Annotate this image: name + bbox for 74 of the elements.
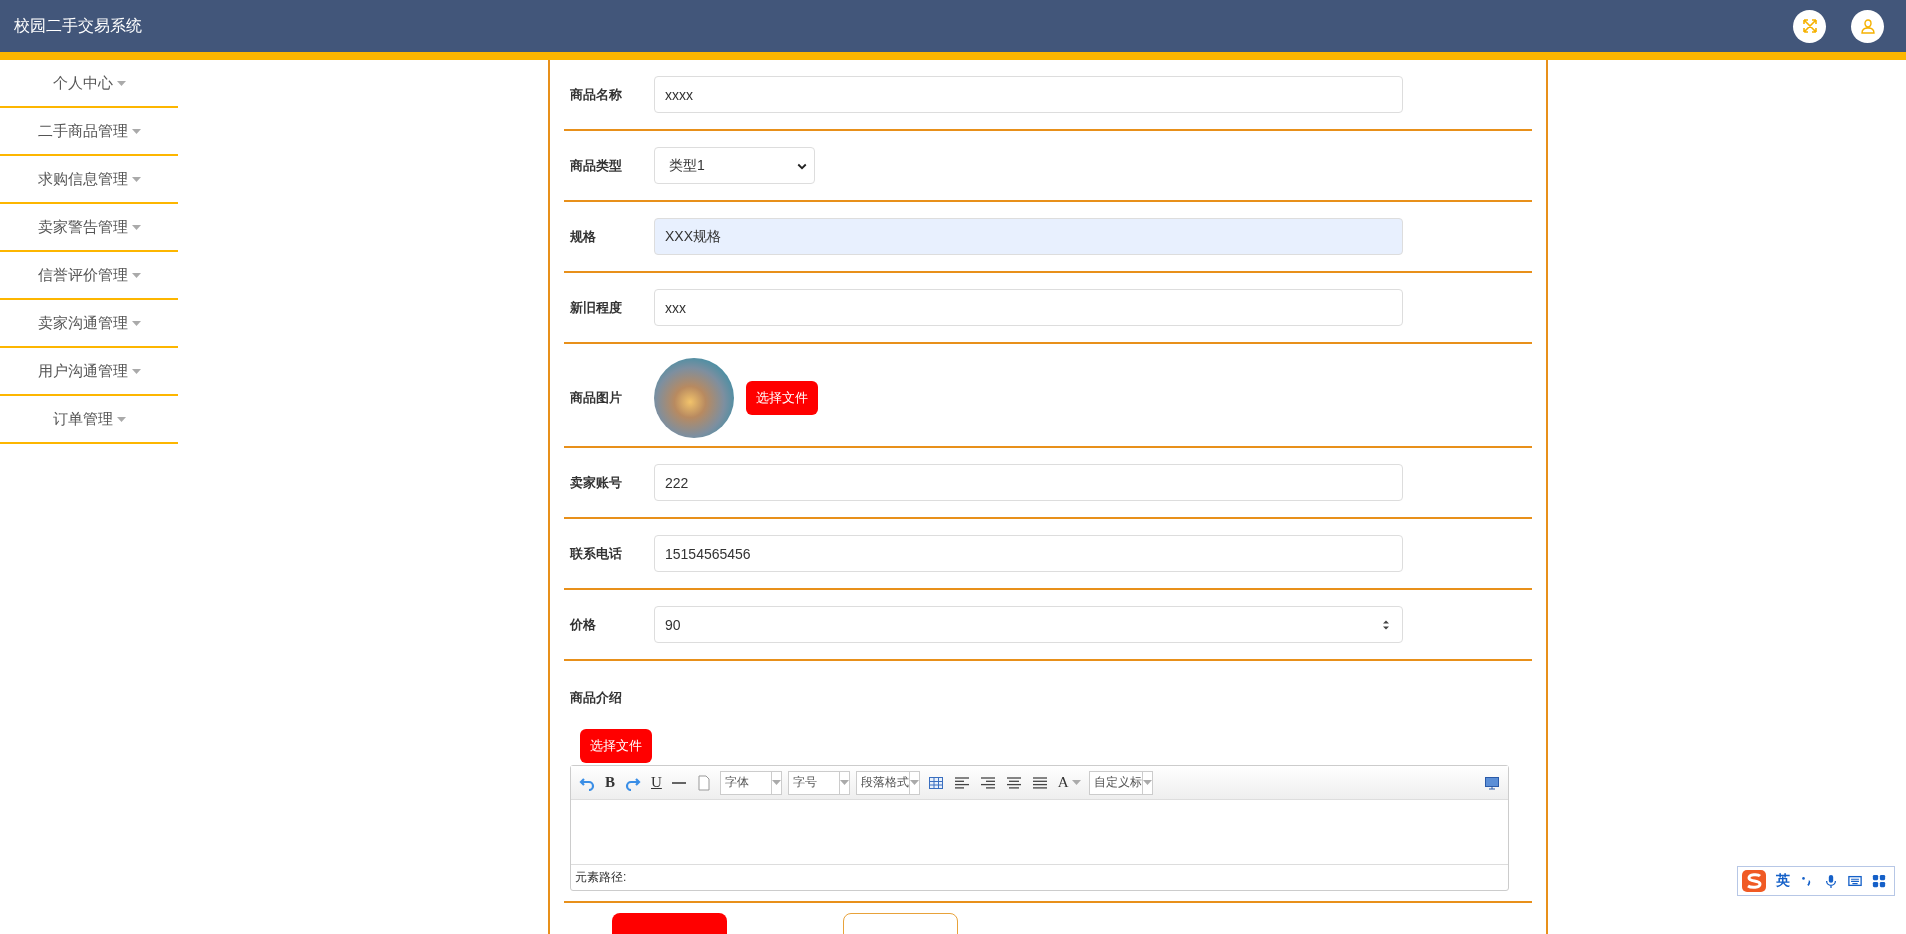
text-field[interactable]: 15154565456 <box>654 535 1403 572</box>
caret-icon <box>131 224 141 230</box>
field-label: 价格 <box>568 615 597 634</box>
menu-label: 信誉评价管理 <box>37 265 128 285</box>
align-center-icon <box>1005 774 1022 791</box>
sidebar-item[interactable]: 订单管理 <box>0 396 178 444</box>
horizontal-line-icon <box>671 781 686 784</box>
caret-icon <box>1071 780 1081 785</box>
text-field[interactable]: 222 <box>654 464 1403 501</box>
editor-dropdown[interactable]: 段落格式 <box>855 770 920 795</box>
caret-icon <box>131 272 141 278</box>
menu-label: 订单管理 <box>52 409 113 429</box>
font-color-button[interactable]: A <box>1055 771 1083 794</box>
text-field[interactable]: xxxx <box>654 76 1403 113</box>
editor-dropdown[interactable]: 字号 <box>787 770 850 795</box>
expand-arrows-icon <box>1801 18 1818 34</box>
element-path-label: 元素路径: <box>574 869 628 886</box>
table-icon <box>927 774 944 791</box>
sidebar-item[interactable]: 信誉评价管理 <box>0 252 178 300</box>
menu-label: 求购信息管理 <box>37 169 128 189</box>
caret-icon <box>116 80 126 86</box>
caret-icon <box>839 780 849 785</box>
menu-label: 个人中心 <box>52 73 113 93</box>
s-logo-icon <box>1742 870 1766 892</box>
field-label: 联系电话 <box>569 544 623 563</box>
menu-label: 用户沟通管理 <box>37 361 128 381</box>
choose-file-button[interactable]: 选择文件 <box>746 381 818 415</box>
sidebar-item[interactable]: 求购信息管理 <box>0 156 178 204</box>
grid-icon <box>1872 874 1886 888</box>
underline-button[interactable]: U <box>649 771 664 794</box>
caret-icon <box>116 416 126 422</box>
user-button[interactable] <box>1851 9 1884 43</box>
app-title: 校园二手交易系统 <box>14 15 142 36</box>
field-label: 规格 <box>569 227 597 246</box>
caret-icon <box>1142 780 1152 785</box>
fullscreen-button[interactable] <box>1793 9 1826 43</box>
user-icon <box>1859 18 1876 34</box>
caret-icon <box>909 780 919 785</box>
field-label: 新旧程度 <box>569 298 623 317</box>
sidebar-item[interactable]: 卖家沟通管理 <box>0 300 178 348</box>
sidebar-item[interactable]: 卖家警告管理 <box>0 204 178 252</box>
text-field[interactable]: xxx <box>654 289 1403 326</box>
keyboard-icon <box>1848 874 1862 888</box>
caret-icon <box>131 368 141 374</box>
monitor-icon <box>1484 774 1500 791</box>
menu-label: 卖家沟通管理 <box>37 313 128 333</box>
field-label: 商品图片 <box>569 389 623 407</box>
input-mode-label[interactable]: 英 <box>1776 872 1790 890</box>
select-field[interactable]: 类型1 <box>654 147 815 184</box>
sidebar-item[interactable]: 个人中心 <box>0 60 178 108</box>
choose-file-button[interactable]: 选择文件 <box>580 729 652 763</box>
number-field[interactable]: 90 <box>654 606 1403 643</box>
caret-icon <box>771 780 781 785</box>
align-right-icon <box>979 774 996 791</box>
field-label: 商品名称 <box>569 85 623 104</box>
caret-icon <box>131 320 141 326</box>
microphone-icon <box>1824 874 1838 888</box>
text-field[interactable]: XXX规格 <box>654 218 1403 255</box>
sidebar-item[interactable]: 二手商品管理 <box>0 108 178 156</box>
editor-dropdown[interactable]: 字体 <box>719 770 782 795</box>
menu-label: 卖家警告管理 <box>37 217 128 237</box>
align-left-icon <box>953 774 970 791</box>
field-label: 商品介绍 <box>569 689 623 707</box>
field-label: 商品类型 <box>569 156 623 175</box>
field-label: 卖家账号 <box>569 473 623 492</box>
editor-dropdown[interactable]: 自定义标 <box>1088 770 1153 795</box>
sidebar-item[interactable]: 用户沟通管理 <box>0 348 178 396</box>
caret-icon <box>131 176 141 182</box>
bold-button[interactable]: B <box>603 771 617 794</box>
caret-icon <box>131 128 141 134</box>
rich-text-editor[interactable]: B U 字体 字号 段落格式 A 自定义标 元素路径: <box>570 765 1509 891</box>
page-icon <box>695 774 712 791</box>
justify-icon <box>1031 774 1048 791</box>
menu-label: 二手商品管理 <box>37 121 128 141</box>
